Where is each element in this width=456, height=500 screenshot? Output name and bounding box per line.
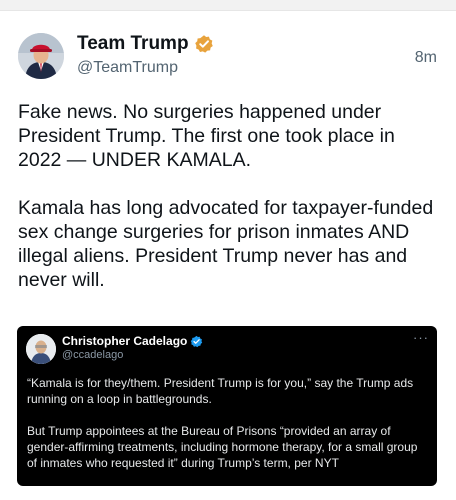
top-divider [0, 0, 456, 11]
quote-handle[interactable]: @ccadelago [62, 349, 123, 361]
quote-name-row: Christopher Cadelago [62, 334, 203, 348]
avatar[interactable] [18, 33, 64, 79]
display-name[interactable]: Team Trump [77, 33, 189, 55]
verified-badge-icon [191, 335, 203, 347]
verified-badge-icon [194, 35, 213, 53]
timestamp[interactable]: 8m [415, 49, 437, 67]
quote-text: “Kamala is for they/them. President Trum… [27, 376, 418, 470]
post-text: Fake news. No surgeries happened under P… [18, 101, 434, 291]
more-options-icon[interactable]: ··· [413, 330, 429, 345]
author-name-row: Team Trump [77, 33, 214, 55]
quote-avatar[interactable] [26, 334, 56, 364]
author-handle[interactable]: @TeamTrump [77, 59, 178, 77]
quoted-post-card[interactable]: Christopher Cadelago @ccadelago ··· “Kam… [17, 326, 437, 486]
quote-display-name[interactable]: Christopher Cadelago [62, 334, 187, 348]
